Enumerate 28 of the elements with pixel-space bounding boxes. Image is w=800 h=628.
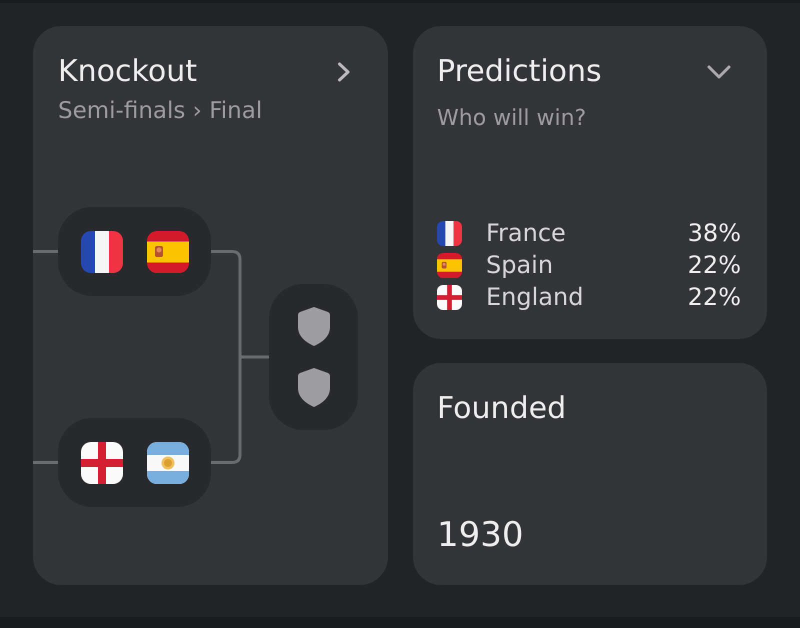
match-card[interactable] [58,207,211,296]
spain-flag-icon [146,230,188,272]
france-flag-icon [437,220,462,246]
founded-year: 1930 [437,515,524,555]
card-title: Predictions [437,54,602,90]
connector-line [33,461,58,464]
france-flag-icon [80,230,122,272]
win-percentage: 22% [688,282,741,312]
card-subtitle: Who will win? [437,105,586,133]
chevron-down-icon[interactable] [707,64,731,80]
chevron-right-icon[interactable] [337,62,351,82]
spain-flag-icon [437,252,462,278]
argentina-flag-icon [146,442,188,484]
team-name: England [486,282,584,312]
shield-icon [298,368,330,407]
connector-line [33,250,58,253]
england-flag-icon [80,442,122,484]
team-name: France [486,218,566,248]
card-subtitle: Semi-finals › Final [58,97,262,125]
win-percentage: 22% [688,250,741,280]
card-title: Founded [437,391,566,427]
win-percentage: 38% [688,218,741,248]
final-match-card[interactable] [269,284,358,430]
shield-icon [298,307,330,346]
england-flag-icon [437,284,462,310]
match-card[interactable] [58,418,211,507]
card-title: Knockout [58,54,197,90]
team-name: Spain [486,250,554,280]
